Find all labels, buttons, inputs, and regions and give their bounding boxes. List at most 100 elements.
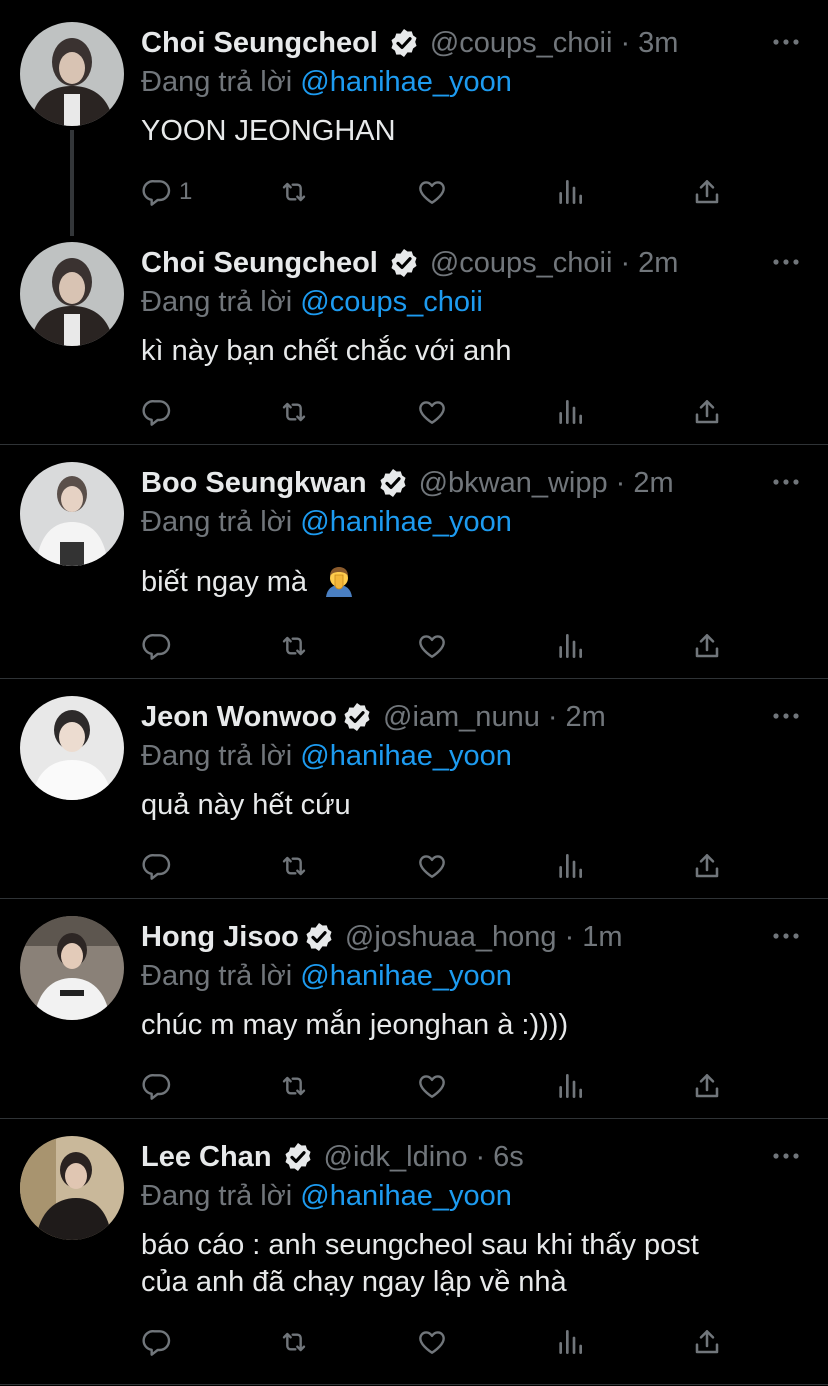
reply-button[interactable] [141,848,173,884]
reply-button[interactable] [141,1324,173,1360]
tweet-header: Hong Jisoo @joshuaa_hong · 1m [141,917,623,957]
tweet[interactable]: Jeon Wonwoo @iam_nunu · 2m Đang trả lời … [0,674,828,900]
reply-count: 1 [179,178,193,205]
verified-badge-icon [388,247,420,279]
tweet-header: Choi Seungcheol @coups_choii · 2m [141,243,678,283]
tweet-text: biết ngay mà [141,564,801,601]
retweet-icon [278,1326,310,1358]
views-button[interactable] [554,394,586,430]
views-button[interactable] [554,1068,586,1104]
display-name[interactable]: Boo Seungkwan [141,467,367,500]
replying-to: Đang trả lời @hanihae_yoon [141,740,512,773]
tweet-text: kì này bạn chết chắc với anh [141,335,512,367]
views-button[interactable] [554,628,586,664]
tweet[interactable]: Choi Seungcheol @coups_choii · 3m Đang t… [0,0,828,236]
tweet[interactable]: Hong Jisoo @joshuaa_hong · 1m Đang trả l… [0,894,828,1120]
reply-button[interactable] [141,394,173,430]
share-button[interactable] [691,1324,723,1360]
share-icon [691,396,723,428]
like-button[interactable] [416,394,448,430]
person-facepalming-emoji [326,567,353,597]
timestamp[interactable]: · 3m [620,27,678,60]
timestamp[interactable]: · 2m [620,247,678,280]
avatar[interactable] [20,1136,124,1240]
reply-button[interactable]: 1 [141,174,192,210]
more-icon[interactable] [772,37,800,47]
mention-link[interactable]: @hanihae_yoon [300,960,512,992]
views-icon [554,1326,586,1358]
share-button[interactable] [691,174,723,210]
more-icon[interactable] [772,477,800,487]
action-bar [141,1324,741,1360]
views-icon [554,1070,586,1102]
share-icon [691,850,723,882]
like-button[interactable] [416,628,448,664]
handle[interactable]: @coups_choii [430,27,613,60]
retweet-button[interactable] [278,1324,310,1360]
handle[interactable]: @idk_ldino [324,1141,468,1174]
more-icon[interactable] [772,711,800,721]
replying-to: Đang trả lời @hanihae_yoon [141,506,512,539]
retweet-button[interactable] [278,394,310,430]
tweet[interactable]: Choi Seungcheol @coups_choii · 2m Đang t… [0,220,828,444]
mention-link[interactable]: @hanihae_yoon [300,1180,512,1212]
retweet-button[interactable] [278,848,310,884]
mention-link[interactable]: @hanihae_yoon [300,66,512,98]
mention-link[interactable]: @hanihae_yoon [300,740,512,772]
timestamp[interactable]: · 2m [548,701,606,734]
mention-link[interactable]: @coups_choii [300,286,483,318]
more-icon[interactable] [772,1151,800,1161]
retweet-button[interactable] [278,628,310,664]
tweet-header: Jeon Wonwoo @iam_nunu · 2m [141,697,606,737]
action-bar [141,394,741,430]
timestamp[interactable]: · 1m [565,921,623,954]
more-icon[interactable] [772,931,800,941]
like-button[interactable] [416,174,448,210]
share-button[interactable] [691,848,723,884]
handle[interactable]: @joshuaa_hong [345,921,557,954]
reply-button[interactable] [141,628,173,664]
tweet[interactable]: Lee Chan @idk_ldino · 6s Đang trả lời @h… [0,1114,828,1386]
avatar[interactable] [20,696,124,800]
like-button[interactable] [416,1068,448,1104]
display-name[interactable]: Choi Seungcheol [141,247,378,280]
display-name[interactable]: Lee Chan [141,1141,272,1174]
mention-link[interactable]: @hanihae_yoon [300,506,512,538]
tweet[interactable]: Boo Seungkwan @bkwan_wipp · 2m Đang trả … [0,440,828,678]
display-name[interactable]: Choi Seungcheol [141,27,378,60]
handle[interactable]: @coups_choii [430,247,613,280]
views-button[interactable] [554,174,586,210]
retweet-button[interactable] [278,1068,310,1104]
reply-button[interactable] [141,1068,173,1104]
share-button[interactable] [691,628,723,664]
views-button[interactable] [554,848,586,884]
views-button[interactable] [554,1324,586,1360]
tweet-text: YOON JEONGHAN [141,115,396,147]
avatar[interactable] [20,916,124,1020]
like-icon [416,396,448,428]
verified-badge-icon [303,921,335,953]
handle[interactable]: @bkwan_wipp [419,467,608,500]
reply-icon [141,1070,173,1102]
timestamp[interactable]: · 2m [616,467,674,500]
retweet-button[interactable] [278,174,310,210]
avatar[interactable] [20,22,124,126]
tweet-header: Choi Seungcheol @coups_choii · 3m [141,23,678,63]
verified-badge-icon [377,467,409,499]
display-name[interactable]: Jeon Wonwoo [141,701,337,734]
like-button[interactable] [416,1324,448,1360]
share-icon [691,176,723,208]
avatar[interactable] [20,242,124,346]
timestamp[interactable]: · 6s [475,1141,523,1174]
tweet-text: chúc m may mắn jeonghan à :)))) [141,1009,569,1041]
like-button[interactable] [416,848,448,884]
display-name[interactable]: Hong Jisoo [141,921,299,954]
more-icon[interactable] [772,257,800,267]
replying-prefix: Đang trả lời [141,506,293,538]
share-button[interactable] [691,394,723,430]
share-button[interactable] [691,1068,723,1104]
handle[interactable]: @iam_nunu [383,701,540,734]
reply-icon [141,176,173,208]
avatar[interactable] [20,462,124,566]
replying-to: Đang trả lời @hanihae_yoon [141,960,512,993]
